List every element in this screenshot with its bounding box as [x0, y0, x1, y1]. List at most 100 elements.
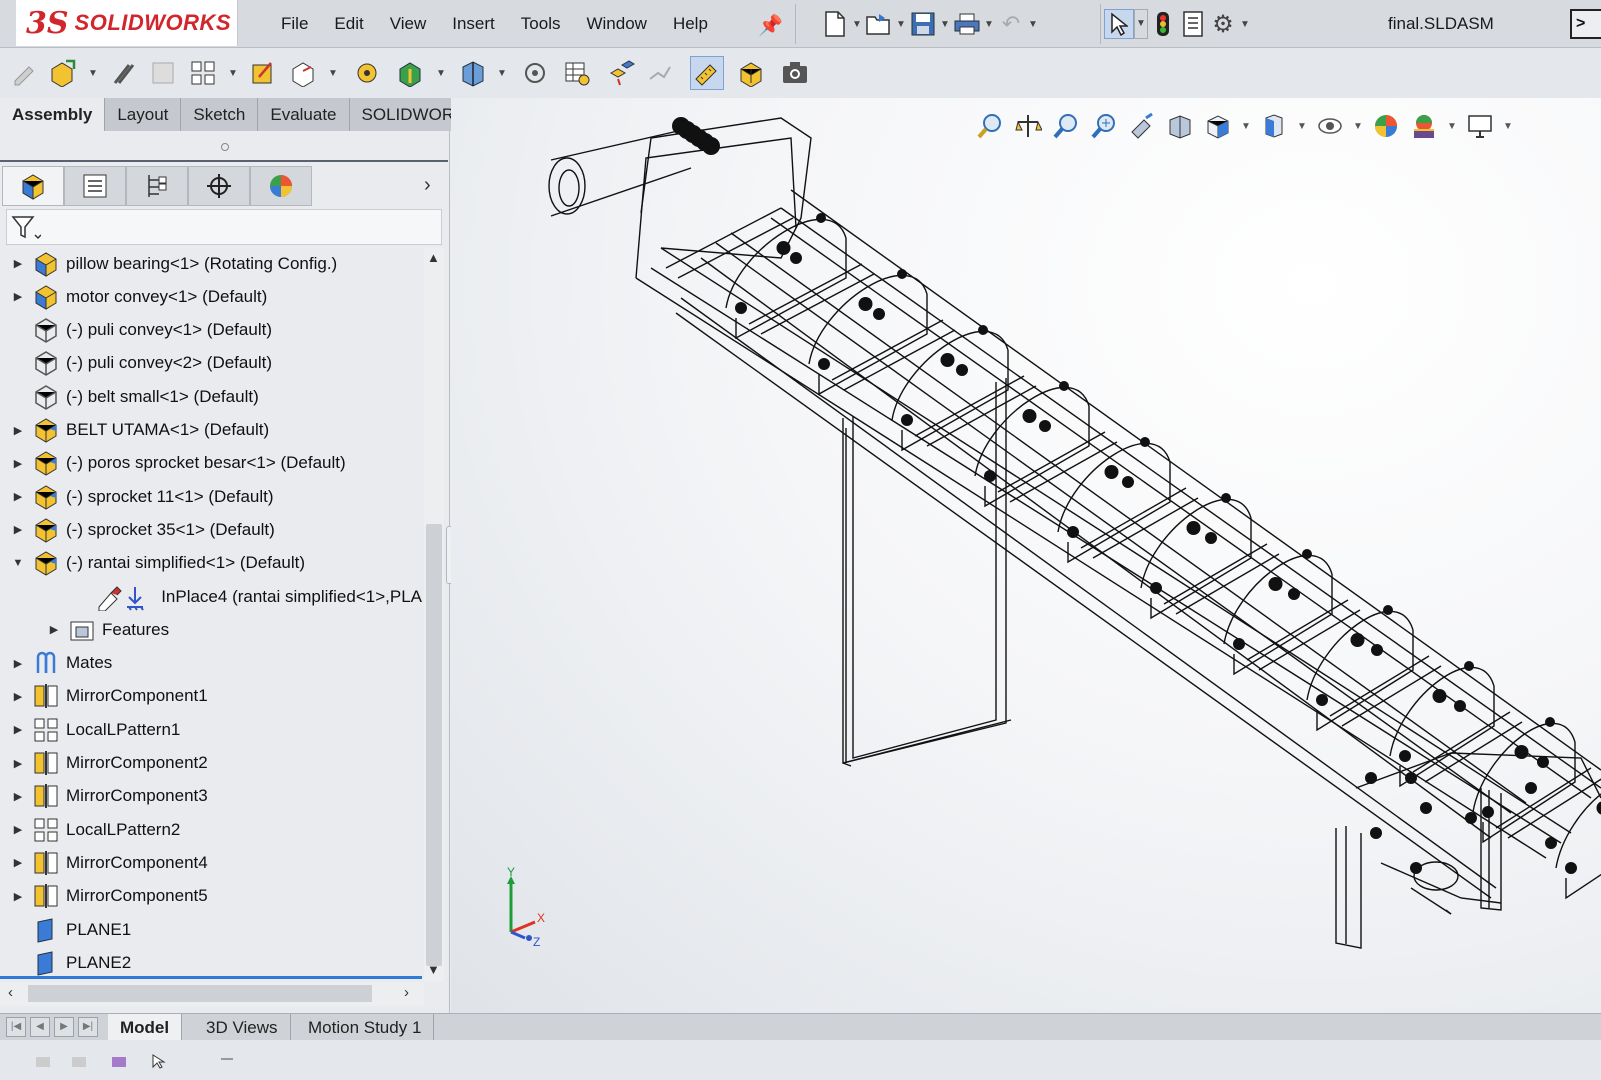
previous-tab-arrow-icon[interactable]: ◀: [30, 1017, 50, 1037]
take-snapshot-icon[interactable]: [778, 56, 812, 90]
tree-item[interactable]: ▶ (-) poros sprocket besar<1> (Default): [0, 447, 422, 480]
exploded-view-icon[interactable]: [605, 56, 639, 90]
menu-tools[interactable]: Tools: [508, 14, 574, 34]
search-command-icon[interactable]: >: [1570, 9, 1601, 39]
tree-vertical-scrollbar[interactable]: ▲ ▼: [424, 248, 444, 982]
scroll-thumb[interactable]: [426, 524, 442, 966]
status-icon[interactable]: [30, 1046, 56, 1072]
tree-item[interactable]: PLANE2: [0, 946, 422, 977]
tree-item[interactable]: ▶ LocalLPattern1: [0, 713, 422, 746]
tree-item[interactable]: ▶ (-) sprocket 35<1> (Default): [0, 513, 422, 546]
tree-item[interactable]: ▶ Features: [0, 613, 422, 646]
insert-dropdown-icon[interactable]: ▼: [88, 68, 98, 79]
scroll-left-icon[interactable]: ‹: [8, 984, 13, 1001]
new-dropdown-icon[interactable]: ▼: [850, 19, 864, 30]
status-select-icon[interactable]: [146, 1046, 172, 1072]
linear-pattern-tool-icon[interactable]: [186, 56, 220, 90]
expand-arrow-icon[interactable]: ▶: [48, 623, 60, 636]
expand-arrow-icon[interactable]: ▶: [12, 723, 24, 736]
next-tab-arrow-icon[interactable]: ▶: [54, 1017, 74, 1037]
tree-item[interactable]: (-) belt small<1> (Default): [0, 380, 422, 413]
tree-item[interactable]: ▶ LocalLPattern2: [0, 813, 422, 846]
component-preview-icon[interactable]: [146, 56, 180, 90]
more-tabs-chevron-icon[interactable]: ›: [424, 174, 431, 197]
expand-arrow-icon[interactable]: ▶: [12, 790, 24, 803]
conveyor-wireframe-model[interactable]: [451, 98, 1601, 1031]
expand-arrow-icon[interactable]: ▶: [12, 657, 24, 670]
explode-line-sketch-icon[interactable]: [643, 56, 677, 90]
save-icon[interactable]: [908, 9, 938, 39]
move-dropdown-icon[interactable]: ▼: [328, 68, 338, 79]
new-motion-study-icon[interactable]: [518, 56, 552, 90]
tree-horizontal-scrollbar[interactable]: ‹ ›: [0, 982, 424, 1006]
tree-item[interactable]: (-) puli convey<1> (Default): [0, 314, 422, 347]
tree-item[interactable]: PLANE1: [0, 913, 422, 946]
bill-of-materials-icon[interactable]: [560, 56, 594, 90]
undo-dropdown-icon[interactable]: ▼: [1026, 19, 1040, 30]
expand-arrow-icon[interactable]: ▶: [12, 823, 24, 836]
tree-item[interactable]: InPlace4 (rantai simplified<1>,PLA: [0, 580, 422, 613]
tree-filter-bar[interactable]: [6, 209, 442, 245]
tree-item[interactable]: ▶ BELT UTAMA<1> (Default): [0, 414, 422, 447]
tree-item[interactable]: ▶ Mates: [0, 647, 422, 680]
tab-layout[interactable]: Layout: [105, 98, 182, 131]
open-dropdown-icon[interactable]: ▼: [894, 19, 908, 30]
select-cursor-icon[interactable]: [1104, 9, 1134, 39]
expand-arrow-icon[interactable]: ▶: [12, 290, 24, 303]
instant3d-icon[interactable]: [690, 56, 724, 90]
expand-arrow-icon[interactable]: ▶: [12, 490, 24, 503]
move-component-icon[interactable]: [286, 56, 320, 90]
scroll-down-icon[interactable]: ▼: [427, 962, 440, 977]
new-document-icon[interactable]: [820, 9, 850, 39]
expand-arrow-icon[interactable]: ▶: [12, 690, 24, 703]
tab-motion-study-1[interactable]: Motion Study 1: [296, 1014, 435, 1041]
pattern-dropdown-icon[interactable]: ▼: [228, 68, 238, 79]
undo-icon[interactable]: ↶: [996, 9, 1026, 39]
tree-item[interactable]: ▶ MirrorComponent5: [0, 880, 422, 913]
insert-components-icon[interactable]: [46, 56, 80, 90]
tree-item[interactable]: ▶ MirrorComponent2: [0, 747, 422, 780]
display-manager-tab[interactable]: [250, 166, 312, 206]
dimxpert-manager-tab[interactable]: [188, 166, 250, 206]
expand-arrow-icon[interactable]: ▶: [12, 856, 24, 869]
assembly-features-icon[interactable]: [393, 56, 427, 90]
tree-item[interactable]: ▶ MirrorComponent1: [0, 680, 422, 713]
first-tab-arrow-icon[interactable]: |◀: [6, 1017, 26, 1037]
options-gear-icon[interactable]: ⚙: [1208, 9, 1238, 39]
tree-item[interactable]: ▶ MirrorComponent4: [0, 846, 422, 879]
reference-dropdown-icon[interactable]: ▼: [497, 68, 507, 79]
smart-fasteners-icon[interactable]: [246, 56, 280, 90]
tree-item[interactable]: ▶ pillow bearing<1> (Rotating Config.): [0, 247, 422, 280]
tree-item[interactable]: ▶ MirrorComponent3: [0, 780, 422, 813]
menu-window[interactable]: Window: [573, 14, 659, 34]
scroll-up-icon[interactable]: ▲: [427, 250, 440, 265]
menu-insert[interactable]: Insert: [439, 14, 508, 34]
tab-sketch[interactable]: Sketch: [181, 98, 259, 131]
scroll-right-icon[interactable]: ›: [404, 984, 409, 1001]
tab-evaluate[interactable]: Evaluate: [258, 98, 350, 131]
print-dropdown-icon[interactable]: ▼: [982, 19, 996, 30]
tree-item[interactable]: (-) puli convey<2> (Default): [0, 347, 422, 380]
menu-view[interactable]: View: [377, 14, 440, 34]
solidworks-logo[interactable]: 3S SOLIDWORKS: [16, 0, 238, 46]
rebuild-traffic-light-icon[interactable]: [1148, 9, 1178, 39]
options-dropdown-icon[interactable]: ▼: [1238, 19, 1252, 30]
feature-manager-tab[interactable]: [2, 166, 64, 206]
tree-item[interactable]: ▶ motor convey<1> (Default): [0, 280, 422, 313]
graphics-area[interactable]: ▼ ▼ ▼ ▼ ▼ Y X Z: [451, 98, 1601, 1031]
status-icon[interactable]: [66, 1046, 92, 1072]
last-tab-arrow-icon[interactable]: ▶|: [78, 1017, 98, 1037]
mate-icon[interactable]: [106, 56, 140, 90]
pin-menu-icon[interactable]: 📌: [758, 13, 783, 38]
expand-arrow-icon[interactable]: ▶: [12, 523, 24, 536]
menu-file[interactable]: File: [268, 14, 321, 34]
tree-item[interactable]: ▼ (-) rantai simplified<1> (Default): [0, 547, 422, 580]
tab-3d-views[interactable]: 3D Views: [194, 1014, 291, 1041]
update-speedpak-icon[interactable]: [734, 56, 768, 90]
tab-assembly[interactable]: Assembly: [0, 98, 106, 131]
file-properties-icon[interactable]: [1178, 9, 1208, 39]
save-dropdown-icon[interactable]: ▼: [938, 19, 952, 30]
menu-help[interactable]: Help: [660, 14, 721, 34]
expand-arrow-icon[interactable]: ▶: [12, 424, 24, 437]
expand-arrow-icon[interactable]: ▶: [12, 890, 24, 903]
